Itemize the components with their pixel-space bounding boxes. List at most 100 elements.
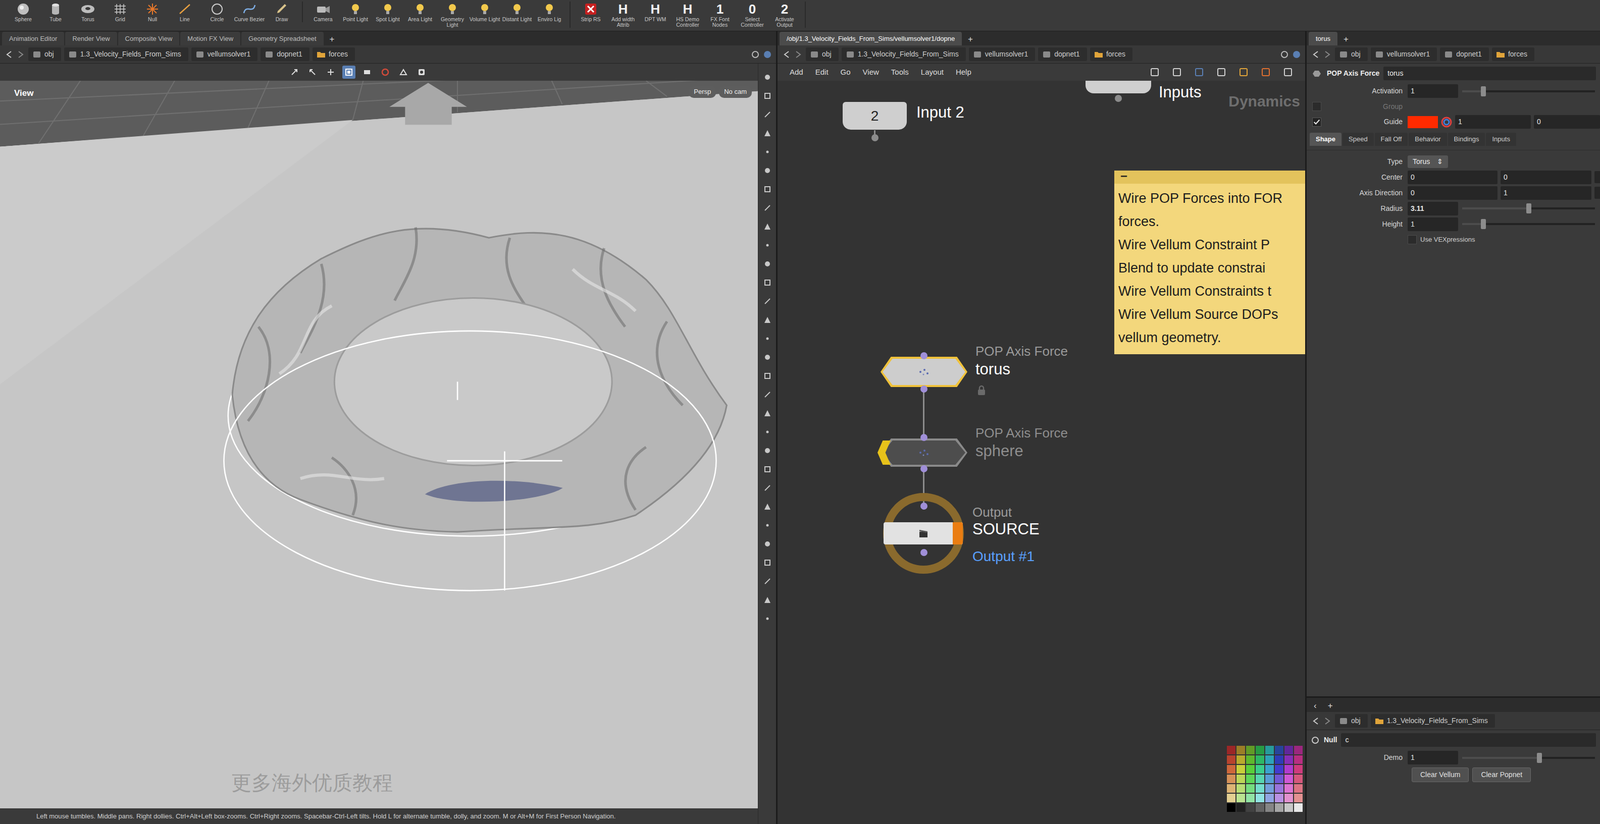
slider-track[interactable]: [1462, 757, 1595, 760]
palette-swatch[interactable]: [1284, 775, 1294, 784]
shelf-tool[interactable]: HAdd width Attrib: [606, 1, 640, 28]
viewport-tool-button[interactable]: [360, 65, 374, 79]
render-flag[interactable]: [952, 522, 963, 545]
palette-swatch[interactable]: [1274, 794, 1284, 803]
shelf-tool[interactable]: Area Light: [403, 1, 437, 23]
palette-swatch[interactable]: [1255, 803, 1265, 813]
side-tool-button[interactable]: [760, 238, 774, 252]
shelf-tool[interactable]: HHS Demo Controller: [671, 1, 704, 28]
value-field[interactable]: 1: [1407, 751, 1459, 765]
side-tool-button[interactable]: [760, 313, 774, 327]
pane-tab[interactable]: Animation Editor: [2, 31, 65, 46]
palette-swatch[interactable]: [1274, 765, 1284, 774]
shelf-tool[interactable]: Draw: [265, 1, 298, 23]
palette-swatch[interactable]: [1246, 803, 1255, 813]
palette-swatch[interactable]: [1294, 775, 1303, 784]
type-dropdown[interactable]: Torus⇕: [1407, 155, 1449, 169]
shelf-tool[interactable]: Null: [136, 1, 169, 23]
slider-knob[interactable]: [1526, 203, 1532, 214]
path-crumb[interactable]: obj: [28, 47, 62, 62]
side-tool-button[interactable]: [760, 388, 774, 402]
shelf-tool[interactable]: Volume Light: [468, 1, 501, 23]
pane-tab[interactable]: Render View: [65, 31, 117, 46]
camera-menu[interactable]: No cam: [718, 85, 752, 98]
side-tool-button[interactable]: [760, 500, 774, 514]
side-tool-button[interactable]: [760, 332, 774, 346]
value-field[interactable]: 3.11: [1407, 201, 1459, 216]
shelf-tool[interactable]: Torus: [71, 1, 105, 23]
tab-nav-button[interactable]: ‹: [1308, 700, 1322, 713]
value-field[interactable]: [1594, 186, 1600, 199]
palette-swatch[interactable]: [1274, 755, 1284, 765]
view-label[interactable]: View: [14, 86, 34, 100]
palette-swatch[interactable]: [1274, 746, 1284, 755]
shelf-tool[interactable]: Curve Bezier: [233, 1, 266, 23]
folder-tab[interactable]: Fall Off: [1374, 132, 1409, 146]
palette-swatch[interactable]: [1255, 784, 1265, 794]
palette-swatch[interactable]: [1294, 755, 1303, 765]
shelf-tool[interactable]: Geometry Light: [436, 1, 469, 28]
sticky-note[interactable]: −Wire POP Forces into FORforces.Wire Vel…: [1114, 170, 1306, 355]
value-field[interactable]: 1: [1500, 186, 1592, 200]
pane-tab[interactable]: torus: [1308, 31, 1338, 46]
path-crumb[interactable]: 1.3_Velocity_Fields_From_Sims: [1370, 714, 1495, 729]
checkbox[interactable]: [1312, 117, 1322, 127]
side-tool-button[interactable]: [760, 556, 774, 570]
folder-tab[interactable]: Speed: [1342, 132, 1374, 146]
palette-swatch[interactable]: [1246, 746, 1255, 755]
value-field[interactable]: 1: [1407, 84, 1459, 98]
input-node[interactable]: 2: [842, 101, 907, 130]
menu-item[interactable]: View: [862, 66, 880, 79]
palette-swatch[interactable]: [1265, 765, 1274, 774]
palette-swatch[interactable]: [1284, 755, 1294, 765]
shelf-tool[interactable]: 1FX Font Nodes: [703, 1, 737, 28]
palette-swatch[interactable]: [1284, 746, 1294, 755]
palette-swatch[interactable]: [1236, 755, 1246, 765]
viewport-tool-button[interactable]: [415, 65, 429, 79]
palette-swatch[interactable]: [1265, 784, 1274, 794]
slider-knob[interactable]: [1536, 753, 1542, 764]
pane-tab[interactable]: Motion FX View: [180, 31, 241, 46]
side-tool-button[interactable]: [760, 425, 774, 439]
palette-swatch[interactable]: [1246, 784, 1255, 794]
side-tool-button[interactable]: [760, 126, 774, 140]
toggle[interactable]: Use VEXpressions: [1407, 234, 1475, 245]
palette-swatch[interactable]: [1294, 746, 1303, 755]
path-crumb[interactable]: forces: [312, 47, 355, 62]
menu-item[interactable]: Layout: [920, 66, 944, 79]
slider-knob[interactable]: [1480, 219, 1486, 230]
side-tool-button[interactable]: [760, 164, 774, 178]
menu-item[interactable]: Go: [840, 66, 851, 79]
node-name-field[interactable]: c: [1340, 733, 1596, 748]
path-crumb[interactable]: 1.3_Velocity_Fields_From_Sims: [64, 47, 189, 62]
shelf-tool[interactable]: Sphere: [7, 1, 40, 23]
path-crumb[interactable]: vellumsolver1: [968, 47, 1036, 62]
side-tool-button[interactable]: [760, 89, 774, 103]
add-tab-button[interactable]: +: [1338, 33, 1354, 46]
input-node[interactable]: [1085, 80, 1152, 94]
value-field[interactable]: 1: [1455, 115, 1531, 129]
palette-swatch[interactable]: [1294, 784, 1303, 794]
viewport-tool-button[interactable]: [287, 65, 301, 79]
palette-swatch[interactable]: [1226, 755, 1236, 765]
palette-swatch[interactable]: [1265, 755, 1274, 765]
action-button[interactable]: Clear Vellum: [1411, 767, 1469, 783]
palette-swatch[interactable]: [1284, 794, 1294, 803]
side-tool-button[interactable]: [760, 220, 774, 234]
side-tool-button[interactable]: [760, 612, 774, 626]
path-crumb[interactable]: obj: [805, 47, 839, 62]
node-name[interactable]: sphere: [975, 439, 1024, 464]
palette-swatch[interactable]: [1255, 794, 1265, 803]
node-name[interactable]: SOURCE: [972, 518, 1040, 542]
palette-swatch[interactable]: [1236, 803, 1246, 813]
palette-swatch[interactable]: [1284, 803, 1294, 813]
scene-render[interactable]: [0, 80, 758, 824]
side-tool-button[interactable]: [760, 108, 774, 122]
slider-track[interactable]: [1462, 223, 1595, 226]
shelf-tool[interactable]: Strip RS: [574, 1, 607, 23]
palette-swatch[interactable]: [1236, 784, 1246, 794]
side-tool-button[interactable]: [760, 145, 774, 159]
guide-color-swatch[interactable]: [1407, 116, 1438, 129]
checkbox[interactable]: [1312, 101, 1322, 112]
add-tab-button[interactable]: +: [324, 33, 340, 46]
